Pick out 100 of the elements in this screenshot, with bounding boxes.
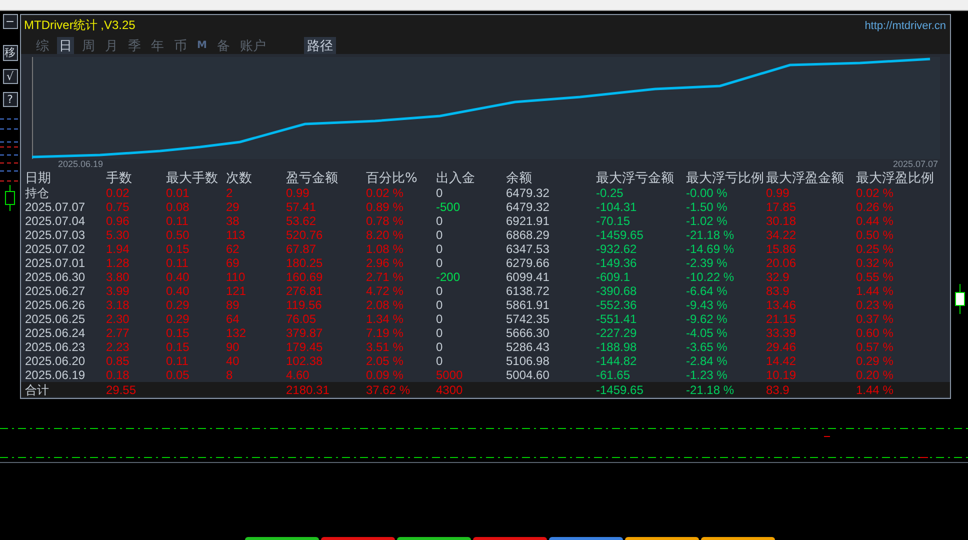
- table-cell-text: 0.89 %: [366, 200, 404, 214]
- table-cell-text: 0.29: [166, 312, 190, 326]
- table-cell-text: 0.55 %: [856, 270, 894, 284]
- table-cell-text: 0: [436, 256, 444, 270]
- minimize-button[interactable]: −: [2, 14, 18, 29]
- website-link[interactable]: http://mtdriver.cn: [864, 20, 946, 32]
- table-cell-text: -1.23 %: [686, 368, 728, 382]
- column-header: 余额: [506, 172, 533, 186]
- tab[interactable]: 年: [149, 36, 166, 54]
- column-header: 出入金: [436, 172, 476, 186]
- table-cell-text: 2.96 %: [366, 256, 404, 270]
- table-cell-text: 2025.06.27: [25, 284, 86, 298]
- table-cell-text: 0.85: [106, 354, 130, 368]
- tab[interactable]: 季: [126, 36, 143, 54]
- table-cell-text: 132: [226, 326, 248, 340]
- table-cell-text: 1.34 %: [366, 312, 404, 326]
- table-cell-text: -144.82: [596, 354, 638, 368]
- table-cell-text: -390.68: [596, 284, 638, 298]
- table-cell-text: -551.41: [596, 312, 638, 326]
- table-cell-text: 1.28: [106, 256, 130, 270]
- table-cell-text: 0.96: [106, 214, 130, 228]
- table-cell-text: -1.50 %: [686, 200, 728, 214]
- table-cell-text: -104.31: [596, 200, 638, 214]
- table-cell-text: 6921.91: [506, 214, 550, 228]
- table-cell-text: 2: [226, 186, 234, 200]
- tab[interactable]: 日: [57, 36, 74, 54]
- table-cell-text: 3.99: [106, 284, 130, 298]
- table-cell-text: 2025.06.19: [25, 368, 86, 382]
- table-cell-text: 1.08 %: [366, 242, 404, 256]
- column-header: 百分比%: [366, 172, 418, 186]
- table-cell-text: 2.71 %: [366, 270, 404, 284]
- table-cell-text: 5000: [436, 368, 464, 382]
- table-cell-text: 2.30: [106, 312, 130, 326]
- start-date-label: 2025.06.19: [58, 159, 104, 170]
- table-cell-text: 0.01: [166, 186, 190, 200]
- table-cell-text: 2025.07.04: [25, 214, 86, 228]
- table-cell-text: 57.41: [286, 200, 318, 214]
- table-cell-text: 0.40: [166, 270, 190, 284]
- tab[interactable]: 月: [103, 36, 120, 54]
- table-cell-text: 5106.98: [506, 354, 550, 368]
- table-cell-text: 0.29 %: [856, 354, 894, 368]
- table-cell-text: 5004.60: [506, 368, 550, 382]
- tab[interactable]: 备: [214, 36, 232, 54]
- table-cell-text: 30.18: [766, 214, 798, 228]
- table-cell-text: 0: [436, 242, 444, 256]
- move-button[interactable]: 移: [2, 45, 18, 61]
- table-cell-text: -61.65: [596, 368, 632, 382]
- table-cell-text: 0: [436, 312, 444, 326]
- table-cell-text: 83.9: [766, 382, 790, 396]
- tab[interactable]: 币: [172, 36, 189, 54]
- path-button[interactable]: 路径: [304, 36, 336, 54]
- table-cell-text: 2.23: [106, 340, 130, 354]
- table-cell-text: 0: [436, 284, 444, 298]
- table-cell-text: -0.00 %: [686, 186, 728, 200]
- table-cell-text: 2025.06.25: [25, 312, 86, 326]
- table-cell-text: -500: [436, 200, 462, 214]
- table-cell-text: 5286.43: [506, 340, 550, 354]
- table-cell-text: -552.36: [596, 298, 638, 312]
- table-cell-text: 1.44 %: [856, 382, 894, 396]
- table-cell-text: -2.84 %: [686, 354, 728, 368]
- table-cell-text: 0.15: [166, 242, 190, 256]
- table-cell-text: 0.26 %: [856, 200, 894, 214]
- table-cell-text: -21.18 %: [686, 382, 736, 396]
- table-cell-text: 2025.06.30: [25, 270, 86, 284]
- table-cell-text: 0.40: [166, 284, 190, 298]
- table-cell-text: 2025.06.23: [25, 340, 86, 354]
- table-cell-text: 69: [226, 256, 240, 270]
- table-cell-text: 40: [226, 354, 240, 368]
- table-cell-text: 合计: [25, 382, 50, 396]
- tab[interactable]: M: [195, 36, 209, 54]
- tab[interactable]: 账户: [238, 36, 268, 54]
- table-cell-text: 2025.07.03: [25, 228, 86, 242]
- tab[interactable]: 周: [80, 36, 97, 54]
- table-cell-text: 8: [226, 368, 234, 382]
- table-cell-text: -3.65 %: [686, 340, 728, 354]
- table-cell-text: 13.46: [766, 298, 798, 312]
- table-cell-text: 0.08: [166, 200, 190, 214]
- table-cell-text: 0.99: [766, 186, 790, 200]
- table-cell-text: 0.02: [106, 186, 130, 200]
- table-cell-text: 2180.31: [286, 382, 330, 396]
- table-cell-text: 0: [436, 298, 444, 312]
- table-cell-text: 0: [436, 186, 444, 200]
- tab[interactable]: 综: [34, 36, 51, 54]
- table-cell-text: 29.46: [766, 340, 798, 354]
- table-cell-text: 0.11: [166, 256, 190, 270]
- table-cell-text: 2025.07.07: [25, 200, 86, 214]
- table-cell-text: 0.02 %: [856, 186, 894, 200]
- table-cell-text: -932.62: [596, 242, 638, 256]
- table-cell-text: -1459.65: [596, 228, 644, 242]
- check-button[interactable]: √: [2, 69, 18, 84]
- table-cell-text: 15.86: [766, 242, 798, 256]
- help-button[interactable]: ?: [2, 92, 18, 107]
- table-cell-text: 83.9: [766, 284, 790, 298]
- table-cell-text: 0.29: [166, 298, 190, 312]
- table-cell-text: 3.80: [106, 270, 130, 284]
- table-cell-text: 3.51 %: [366, 340, 404, 354]
- table-cell-text: 0.57 %: [856, 340, 894, 354]
- table-cell-text: 520.76: [286, 228, 324, 242]
- table-cell-text: 2.05 %: [366, 354, 404, 368]
- table-cell-text: 20.06: [766, 256, 798, 270]
